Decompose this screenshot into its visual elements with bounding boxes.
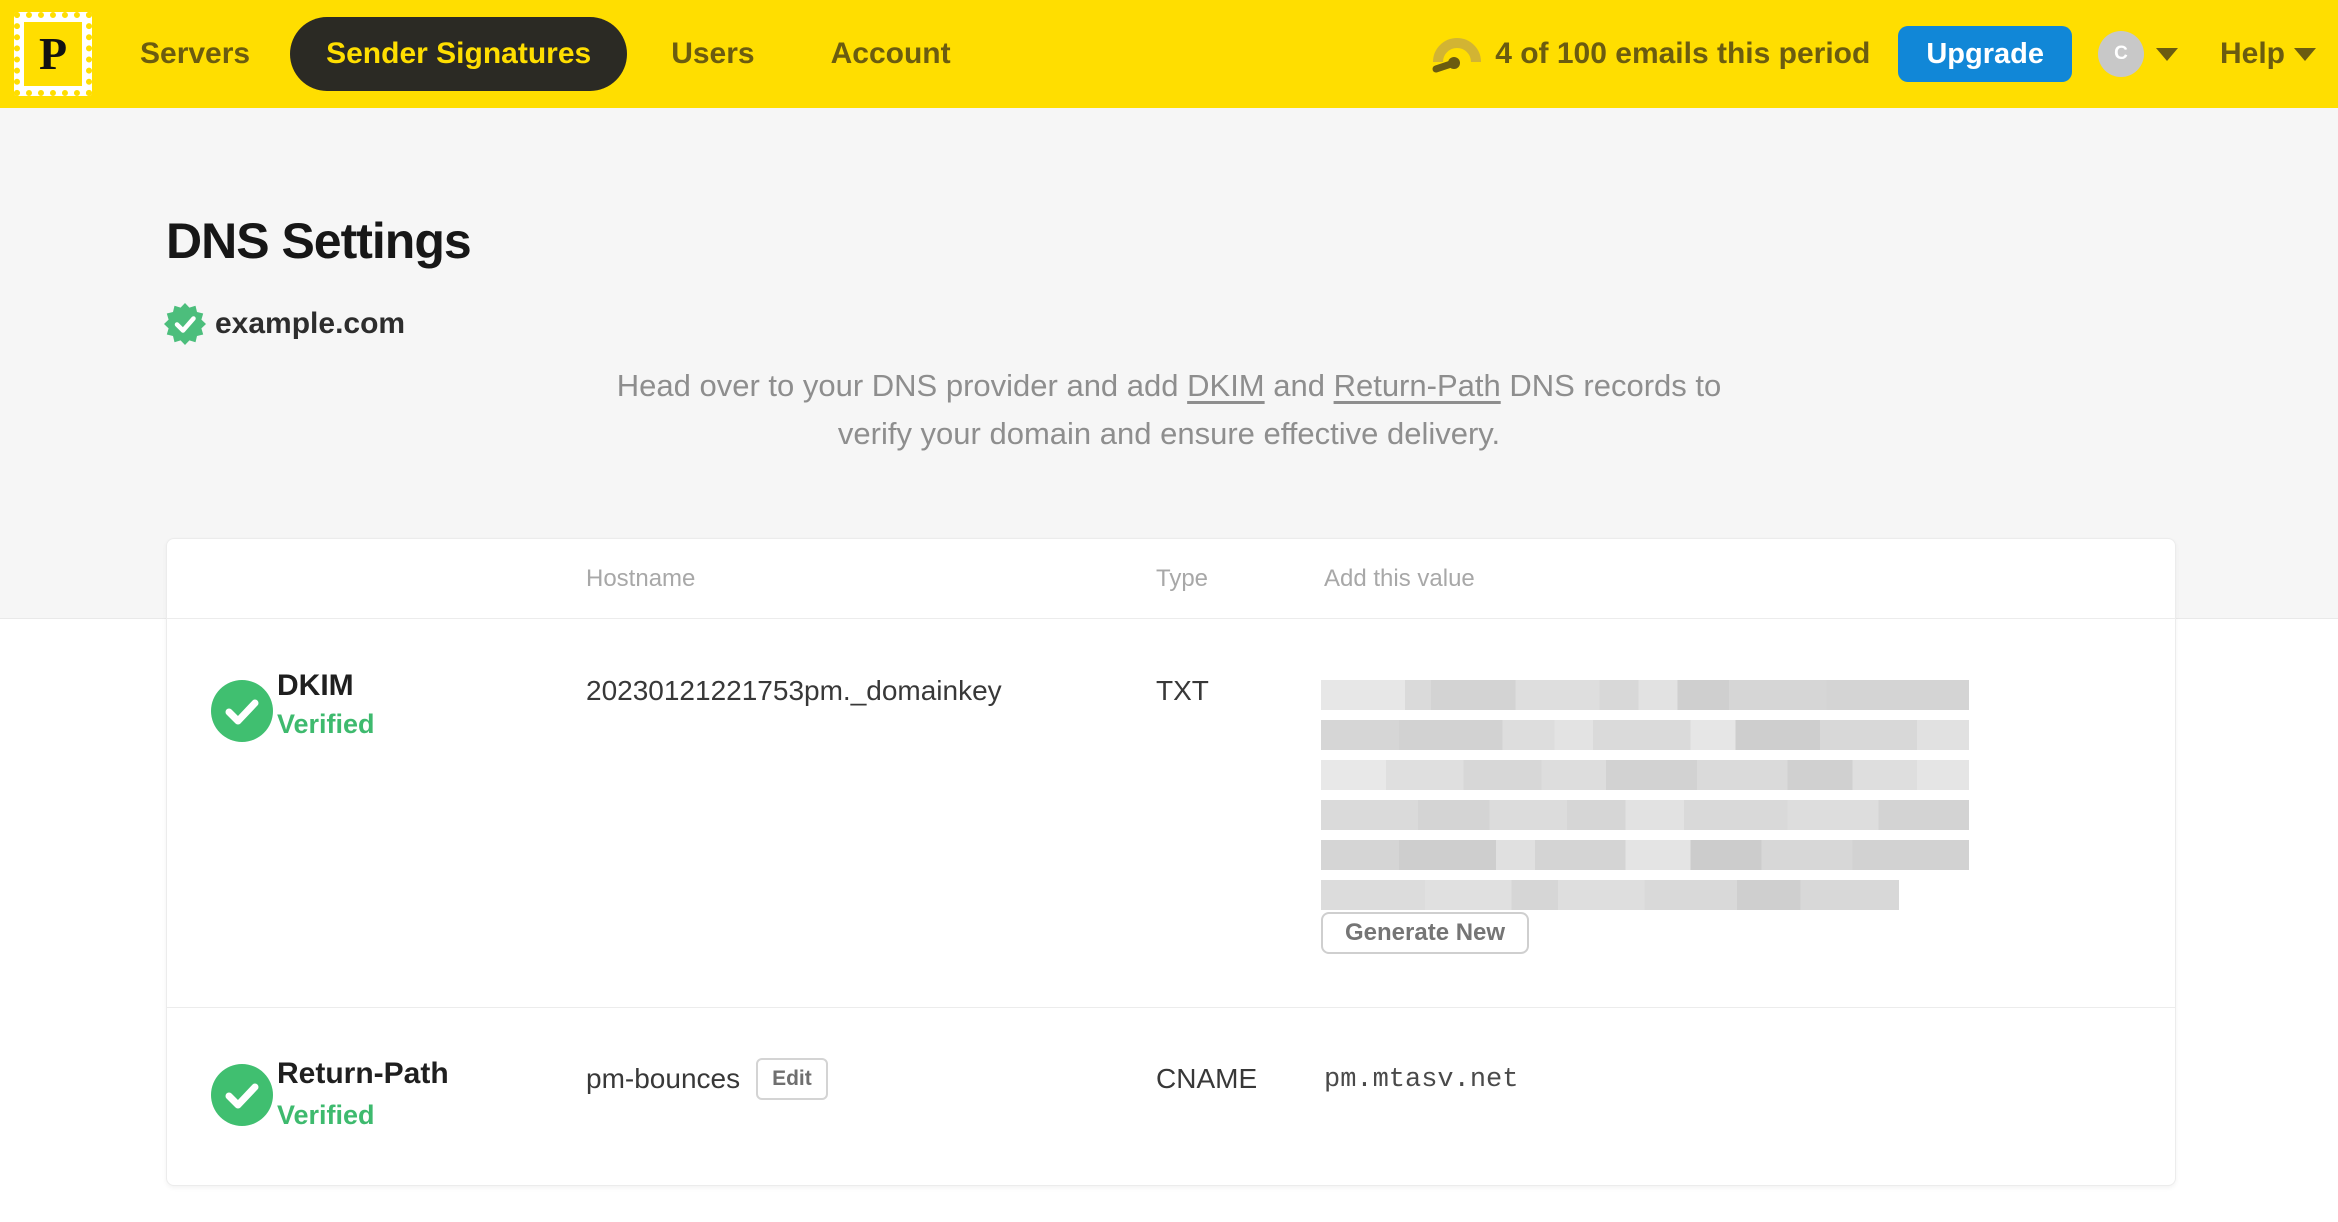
edit-button[interactable]: Edit xyxy=(756,1058,828,1100)
nav-item-sender-signatures[interactable]: Sender Signatures xyxy=(290,17,628,91)
description-text: Head over to your DNS provider and add xyxy=(616,368,1188,403)
upgrade-button[interactable]: Upgrade xyxy=(1898,26,2072,82)
redacted-value-line xyxy=(1321,880,1899,910)
type-value: TXT xyxy=(1156,675,1209,706)
return-path-link[interactable]: Return-Path xyxy=(1334,368,1501,403)
nav-item-account[interactable]: Account xyxy=(831,37,951,71)
hostname-value: 20230121221753pm._domainkey xyxy=(586,675,1002,706)
status-badge: Verified xyxy=(277,709,375,739)
verified-seal-icon xyxy=(164,303,206,345)
caret-down-icon xyxy=(2294,47,2316,61)
help-menu[interactable]: Help xyxy=(2220,37,2316,71)
logo-letter: P xyxy=(38,28,68,79)
nav-item-servers[interactable]: Servers xyxy=(140,37,250,71)
hostname-value: pm-bounces xyxy=(586,1063,741,1094)
postmark-stamp-icon: P xyxy=(24,22,82,86)
redacted-value-line xyxy=(1321,680,1969,710)
description-text: and xyxy=(1264,368,1334,403)
cname-value: pm.mtasv.net xyxy=(1324,1065,1519,1095)
type-value: CNAME xyxy=(1156,1063,1258,1094)
description-line-2: verify your domain and ensure effective … xyxy=(837,416,1501,451)
postmark-logo[interactable]: P xyxy=(14,12,92,96)
nav-item-users[interactable]: Users xyxy=(671,37,754,71)
column-header-add-this-value: Add this value xyxy=(1324,565,1475,592)
domain-name: example.com xyxy=(215,307,406,340)
dns-records-table: Hostname Type Add this value DKIM Verifi… xyxy=(166,538,2176,1186)
top-nav: P Servers Sender Signatures Users Accoun… xyxy=(0,0,2338,108)
help-label: Help xyxy=(2219,37,2285,70)
redacted-value-line xyxy=(1321,760,1969,790)
page-title: DNS Settings xyxy=(166,213,472,269)
avatar[interactable]: C xyxy=(2097,31,2144,77)
table-header-row: Hostname Type Add this value xyxy=(167,539,2175,619)
usage-text: 4 of 100 emails this period xyxy=(1495,37,1871,70)
description-text: DNS records to xyxy=(1500,368,1722,403)
dkim-link[interactable]: DKIM xyxy=(1187,368,1265,403)
hostname-cell: pm-bounces Edit xyxy=(586,1058,828,1100)
redacted-value-line xyxy=(1321,840,1969,870)
avatar-initial: C xyxy=(2114,43,2128,64)
check-circle-icon xyxy=(211,680,273,742)
usage-meter: 4 of 100 emails this period xyxy=(1431,33,1870,75)
check-circle-icon xyxy=(211,1064,273,1126)
account-menu[interactable]: C xyxy=(2097,31,2178,77)
redacted-value-line xyxy=(1321,720,1969,750)
record-name: Return-Path xyxy=(277,1057,449,1090)
dns-settings-page: P Servers Sender Signatures Users Accoun… xyxy=(0,0,2338,1222)
verified-domain: example.com xyxy=(164,303,405,345)
table-row-return-path: Return-Path Verified pm-bounces Edit CNA… xyxy=(167,1008,2175,1184)
gauge-icon xyxy=(1432,38,1482,73)
column-header-hostname: Hostname xyxy=(586,565,696,592)
record-name: DKIM xyxy=(277,669,354,702)
redacted-dkim-value xyxy=(1321,680,1969,910)
redacted-value-line xyxy=(1321,800,1969,830)
caret-down-icon xyxy=(2155,47,2178,61)
description-line-1: Head over to your DNS provider and add D… xyxy=(469,362,1869,410)
table-row-dkim: DKIM Verified 20230121221753pm._domainke… xyxy=(167,619,2175,1008)
generate-new-button[interactable]: Generate New xyxy=(1321,912,1530,954)
column-header-type: Type xyxy=(1156,565,1209,592)
status-badge: Verified xyxy=(277,1100,375,1130)
page-description: Head over to your DNS provider and add D… xyxy=(469,362,1869,458)
